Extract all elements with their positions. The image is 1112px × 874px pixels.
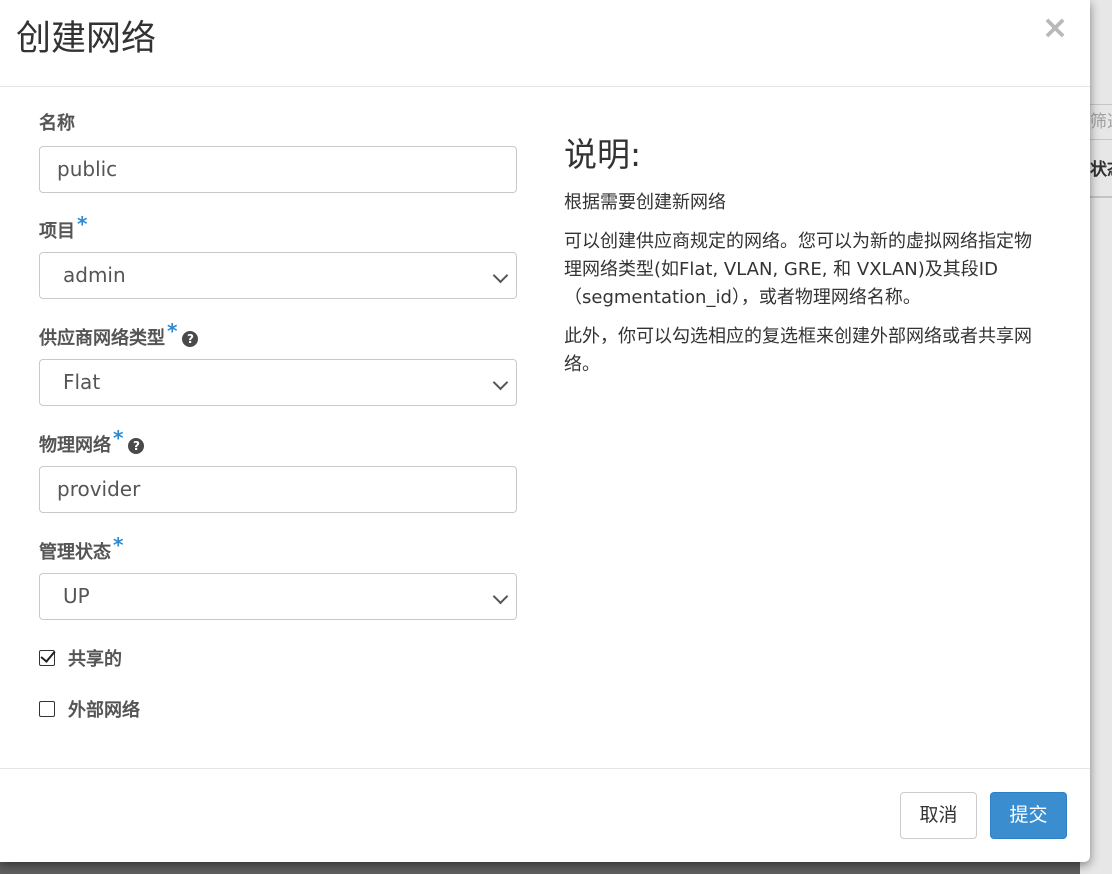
name-input[interactable]: public (39, 146, 517, 193)
shared-checkbox[interactable] (39, 650, 55, 666)
help-paragraph: 可以创建供应商规定的网络。您可以为新的虚拟网络指定物理网络类型(如Flat, V… (564, 231, 1032, 308)
chevron-down-icon (492, 374, 509, 391)
project-select[interactable]: admin (39, 252, 517, 299)
provider-network-type-label: 供应商网络类型 *? (39, 319, 199, 351)
project-label: 项目 * (39, 212, 87, 244)
chevron-down-icon (492, 588, 509, 605)
required-marker: * (113, 533, 124, 557)
shared-label: 共享的 (68, 649, 122, 670)
cancel-button[interactable]: 取消 (900, 792, 977, 839)
admin-state-value: UP (63, 584, 90, 608)
help-paragraph: 此外，你可以勾选相应的复选框来创建外部网络或者共享网络。 (564, 326, 1032, 375)
provider-network-type-label-text: 供应商网络类型 (39, 328, 165, 349)
provider-network-type-value: Flat (63, 370, 101, 394)
submit-button[interactable]: 提交 (990, 792, 1067, 839)
required-marker: * (113, 426, 124, 450)
create-network-modal: 创建网络 × 名称 public 项目 * admin 供应商网络类型 *? Fla… (0, 0, 1090, 862)
admin-state-label: 管理状态 * (39, 533, 123, 565)
external-network-label: 外部网络 (68, 700, 140, 721)
question-circle-icon[interactable]: ? (182, 331, 199, 347)
close-icon[interactable]: × (1040, 11, 1070, 43)
help-title: 说明: (564, 135, 642, 174)
physical-network-label: 物理网络 *? (39, 426, 145, 458)
name-label-text: 名称 (39, 113, 75, 134)
modal-title: 创建网络 (16, 19, 157, 59)
admin-state-select[interactable]: UP (39, 573, 517, 620)
shared-checkbox-row[interactable]: 共享的 (39, 645, 122, 670)
modal-footer: 取消 提交 (0, 768, 1090, 863)
external-network-checkbox-row[interactable]: 外部网络 (39, 696, 140, 721)
chevron-down-icon (492, 267, 509, 284)
project-select-value: admin (63, 263, 126, 287)
physical-network-label-text: 物理网络 (39, 435, 111, 456)
question-circle-icon[interactable]: ? (128, 438, 145, 454)
help-paragraph: 根据需要创建新网络 (564, 192, 726, 213)
project-label-text: 项目 (39, 221, 75, 242)
modal-body: 名称 public 项目 * admin 供应商网络类型 *? Flat 物理网络 *… (0, 87, 1090, 768)
external-network-checkbox[interactable] (39, 701, 55, 717)
help-panel: 说明: 根据需要创建新网络 可以创建供应商规定的网络。您可以为新的虚拟网络指定物… (564, 130, 1044, 379)
required-marker: * (77, 212, 88, 236)
required-marker: * (167, 319, 178, 343)
provider-network-type-select[interactable]: Flat (39, 359, 517, 406)
admin-state-label-text: 管理状态 (39, 542, 111, 563)
modal-header: 创建网络 × (0, 0, 1090, 87)
physical-network-input[interactable]: provider (39, 466, 517, 513)
name-label: 名称 (39, 112, 75, 136)
